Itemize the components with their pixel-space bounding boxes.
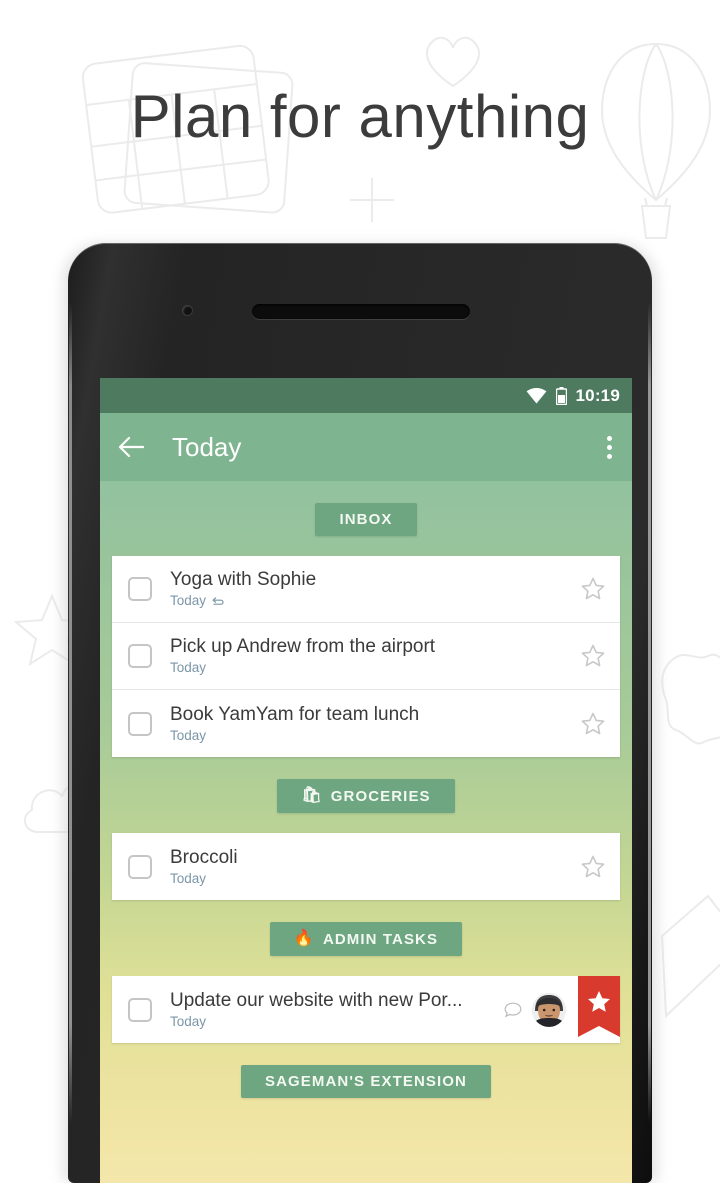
task-checkbox[interactable] <box>128 644 152 668</box>
tag-watermark-icon <box>660 894 720 1019</box>
star-icon[interactable] <box>580 576 606 602</box>
star-button[interactable] <box>580 643 606 669</box>
plus-watermark-icon <box>350 178 394 222</box>
gear-watermark-icon <box>661 653 720 745</box>
repeat-icon <box>212 597 224 605</box>
section-chip-row: INBOX <box>100 481 632 556</box>
section-chip-admin-tasks[interactable]: 🔥 ADMIN TASKS <box>269 922 463 956</box>
task-due-date-label: Today <box>170 660 207 675</box>
task-row[interactable]: Book YamYam for team lunch Today <box>112 690 620 757</box>
star-icon[interactable] <box>580 711 606 737</box>
task-text: Broccoli Today <box>170 847 570 887</box>
task-row[interactable]: Yoga with Sophie Today <box>112 556 620 623</box>
task-row[interactable]: Update our website with new Por... Today <box>112 976 620 1043</box>
section-chip-row: 🔥 ADMIN TASKS <box>100 900 632 976</box>
task-row[interactable]: Pick up Andrew from the airport Today <box>112 623 620 690</box>
task-title: Broccoli <box>170 846 238 868</box>
overflow-menu-icon[interactable] <box>607 434 612 461</box>
task-text: Yoga with Sophie Today <box>170 569 570 609</box>
star-icon[interactable] <box>580 854 606 880</box>
task-card-group: Update our website with new Por... Today <box>112 976 620 1043</box>
battery-icon <box>555 386 567 405</box>
task-list: INBOX Yoga with Sophie Today Pick up And… <box>100 481 632 1118</box>
front-camera-icon <box>182 305 193 316</box>
earpiece-speaker-icon <box>252 304 470 319</box>
priority-flag-icon[interactable] <box>578 976 620 1043</box>
star-button[interactable] <box>580 576 606 602</box>
section-chip-row: 🛍 GROCERIES <box>100 757 632 833</box>
device-edge-highlight-right <box>648 303 651 1123</box>
star-button[interactable] <box>580 711 606 737</box>
page-title: Plan for anything <box>130 83 590 150</box>
task-due-date-label: Today <box>170 727 207 743</box>
task-text: Pick up Andrew from the airport Today <box>170 636 570 676</box>
task-checkbox[interactable] <box>128 711 152 736</box>
app-bar: Today <box>100 413 632 481</box>
device-body: 10:19 Today INBOX Yoga with Sophie Today… <box>68 243 652 1183</box>
task-due-date: Today <box>170 870 570 887</box>
section-chip-label: GROCERIES <box>330 787 431 805</box>
task-title: Update our website with new Por... <box>170 989 463 1011</box>
section-chip-inbox[interactable]: INBOX <box>315 503 417 536</box>
comment-icon[interactable] <box>504 1002 522 1018</box>
app-bar-title: Today <box>172 432 242 462</box>
phone-device-mockup: 10:19 Today INBOX Yoga with Sophie Today… <box>62 243 658 1183</box>
task-due-date-label: Today <box>170 593 207 608</box>
phone-screen: 10:19 Today INBOX Yoga with Sophie Today… <box>100 378 632 1183</box>
task-due-date: Today <box>170 727 570 744</box>
section-chip-row: SAGEMAN'S EXTENSION <box>100 1043 632 1118</box>
task-card-group: Yoga with Sophie Today Pick up Andrew fr… <box>112 556 620 757</box>
section-chip-label: ADMIN TASKS <box>322 930 439 948</box>
task-due-date: Today <box>170 660 570 676</box>
task-text: Update our website with new Por... Today <box>170 990 498 1030</box>
task-title: Book YamYam for team lunch <box>170 703 420 725</box>
section-chip-sageman-s-extension[interactable]: SAGEMAN'S EXTENSION <box>241 1065 491 1098</box>
task-checkbox[interactable] <box>128 854 152 879</box>
task-title: Pick up Andrew from the airport <box>170 636 436 658</box>
task-card-group: Broccoli Today <box>112 833 620 900</box>
device-edge-highlight-left <box>69 303 72 1123</box>
section-chip-groceries[interactable]: 🛍 GROCERIES <box>277 779 455 813</box>
task-due-date: Today <box>170 593 570 609</box>
shopping-bag-icon: 🛍 <box>301 787 323 804</box>
task-title: Yoga with Sophie <box>170 569 317 591</box>
status-bar-icons: 10:19 <box>526 386 620 405</box>
status-bar: 10:19 <box>100 378 632 413</box>
status-bar-clock: 10:19 <box>575 386 620 405</box>
section-chip-label: INBOX <box>339 511 393 528</box>
wifi-icon <box>526 387 546 403</box>
task-text: Book YamYam for team lunch Today <box>170 704 570 744</box>
task-due-date-label: Today <box>170 870 207 886</box>
avatar[interactable] <box>532 992 566 1027</box>
flame-icon: 🔥 <box>293 930 315 947</box>
star-button[interactable] <box>580 854 606 880</box>
star-icon[interactable] <box>580 643 606 669</box>
section-chip-label: SAGEMAN'S EXTENSION <box>265 1073 467 1090</box>
task-checkbox[interactable] <box>128 577 152 601</box>
task-checkbox[interactable] <box>128 997 152 1022</box>
task-row[interactable]: Broccoli Today <box>112 833 620 900</box>
back-arrow-icon[interactable] <box>118 436 144 458</box>
task-due-date: Today <box>170 1013 498 1030</box>
task-due-date-label: Today <box>170 1013 207 1029</box>
